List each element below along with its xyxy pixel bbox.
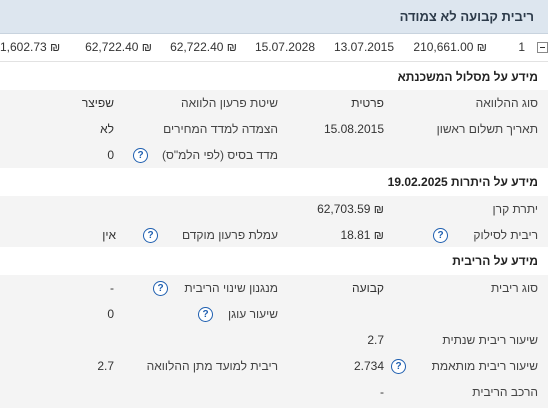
anchor-rate-label: שיעור עוגן	[227, 307, 278, 321]
loan-index: 1	[518, 40, 525, 54]
payoff-interest-label: ריבית לסילוק	[473, 228, 538, 242]
payoff-interest-value: 18.81 ₪	[340, 228, 384, 242]
repayment-method-value: שפיצר	[81, 96, 114, 110]
annual-rate-label: שיעור ריבית שנתית	[442, 333, 538, 347]
indexation-label: הצמדה למדד המחירים	[163, 122, 278, 136]
loan-principal: 210,661.00 ₪	[413, 40, 487, 54]
interest-info-title: מידע על הריבית	[452, 254, 538, 268]
indexation-value: לא	[100, 122, 114, 136]
base-index-value: 0	[107, 148, 114, 162]
first-payment-label: תאריך תשלום ראשון	[436, 122, 538, 136]
help-icon[interactable]: ?	[198, 307, 213, 322]
principal-balance-label: יתרת קרן	[492, 202, 538, 216]
adjusted-rate-value: 2.734	[353, 359, 384, 373]
first-payment-value: 15.08.2015	[323, 122, 384, 136]
loan-start-date: 13.07.2015	[333, 40, 394, 54]
loan-type-value: פרטית	[351, 96, 384, 110]
early-fee-label: עמלת פרעון מוקדם	[181, 228, 278, 242]
balance-info-title: מידע על היתרות 19.02.2025	[387, 175, 538, 189]
adjusted-rate-label: שיעור ריבית מותאמת	[431, 359, 538, 373]
help-icon[interactable]: ?	[133, 148, 148, 163]
loan-end-date: 15.07.2028	[254, 40, 315, 54]
change-mechanism-value: -	[110, 281, 114, 295]
interest-type-label: סוג ריבית	[490, 281, 538, 295]
anchor-rate-value: 0	[107, 307, 114, 321]
help-icon[interactable]: ?	[433, 228, 448, 243]
loan-payment: 1,602.73 ₪	[0, 40, 61, 54]
annual-rate-value: 2.7	[367, 333, 384, 347]
help-icon[interactable]: ?	[143, 228, 158, 243]
principal-balance-value: 62,703.59 ₪	[317, 202, 384, 216]
track-title: ריבית קבועה לא צמודה	[399, 9, 534, 24]
rate-at-loan-value: 2.7	[97, 359, 114, 373]
collapse-icon[interactable]	[537, 42, 548, 53]
rate-at-loan-label: ריבית למועד מתן ההלוואה	[146, 359, 278, 373]
loan-balance: 62,722.40 ₪	[170, 40, 237, 54]
interest-type-value: קבועה	[352, 281, 384, 295]
loan-type-label: סוג ההלוואה	[475, 96, 538, 110]
repayment-method-label: שיטת פרעון הלוואה	[181, 96, 278, 110]
help-icon[interactable]: ?	[153, 281, 168, 296]
track-info-title: מידע על מסלול המשכנתא	[397, 70, 538, 84]
composition-label: הרכב הריבית	[472, 385, 538, 399]
help-icon[interactable]: ?	[391, 359, 406, 374]
change-mechanism-label: מנגנון שינוי הריבית	[184, 281, 278, 295]
loan-balance-2: 62,722.40 ₪	[85, 40, 152, 54]
composition-value: -	[380, 385, 384, 399]
base-index-label: מדד בסיס (לפי הלמ"ס)	[162, 148, 278, 162]
early-fee-value: אין	[102, 228, 116, 242]
